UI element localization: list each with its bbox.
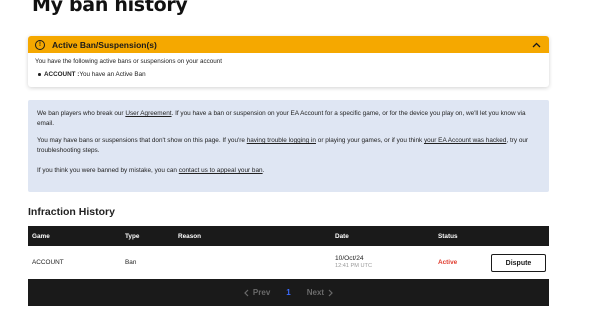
page-title: My ban history — [32, 0, 188, 16]
info-text: We ban players who break our — [37, 110, 126, 117]
dispute-button[interactable]: Dispute — [491, 254, 546, 272]
active-ban-card: ! Active Ban/Suspension(s) You have the … — [28, 36, 549, 87]
info-paragraph-1: We ban players who break our User Agreem… — [37, 109, 540, 129]
chevron-left-icon — [244, 289, 249, 296]
active-ban-title: Active Ban/Suspension(s) — [52, 39, 157, 50]
info-text: You may have bans or suspensions that do… — [37, 137, 247, 144]
prev-page-button[interactable]: Prev — [244, 288, 270, 297]
info-panel: We ban players who break our User Agreem… — [28, 100, 549, 192]
current-page-number[interactable]: 1 — [286, 288, 290, 297]
cell-game: ACCOUNT — [32, 259, 64, 266]
column-header-date: Date — [335, 233, 349, 240]
info-paragraph-3: If you think you were banned by mistake,… — [37, 166, 540, 176]
cell-date-value: 10/Oct/24 — [335, 255, 364, 262]
cell-time-value: 12:41 PM UTC — [335, 263, 372, 269]
active-ban-item-text: You have an Active Ban — [79, 71, 146, 78]
info-text: If you think you were banned by mistake,… — [37, 167, 179, 174]
active-ban-intro: You have the following active bans or su… — [35, 58, 223, 65]
cell-date: 10/Oct/24 12:41 PM UTC — [335, 255, 372, 269]
active-ban-header[interactable]: ! Active Ban/Suspension(s) — [28, 36, 549, 53]
status-badge: Active — [438, 259, 458, 266]
info-paragraph-2: You may have bans or suspensions that do… — [37, 136, 540, 156]
appeal-ban-link[interactable]: contact us to appeal your ban — [179, 167, 263, 174]
info-icon: ! — [35, 39, 45, 50]
user-agreement-link[interactable]: User Agreement — [125, 110, 171, 117]
column-header-status: Status — [438, 233, 458, 240]
chevron-right-icon — [328, 289, 333, 296]
column-header-reason: Reason — [178, 233, 202, 240]
column-header-type: Type — [125, 233, 140, 240]
next-page-label: Next — [306, 288, 325, 297]
info-text: or playing your games, or if you think — [315, 137, 424, 144]
active-ban-item: ACCOUNT :You have an Active Ban — [38, 71, 542, 78]
table-row: ACCOUNT Ban 10/Oct/24 12:41 PM UTC Activ… — [28, 246, 549, 279]
pagination: Prev 1 Next — [28, 279, 549, 306]
table-header: Game Type Reason Date Status — [28, 226, 549, 246]
prev-page-label: Prev — [252, 288, 271, 297]
next-page-button[interactable]: Next — [307, 288, 333, 297]
trouble-logging-in-link[interactable]: having trouble logging in — [247, 137, 316, 144]
info-text: . — [262, 167, 265, 174]
active-ban-item-label: ACCOUNT : — [44, 71, 80, 78]
column-header-game: Game — [32, 233, 50, 240]
infraction-history-title: Infraction History — [28, 206, 115, 218]
chevron-up-icon[interactable] — [531, 39, 542, 50]
account-hacked-link[interactable]: your EA Account was hacked — [424, 137, 506, 144]
cell-type: Ban — [125, 259, 137, 266]
